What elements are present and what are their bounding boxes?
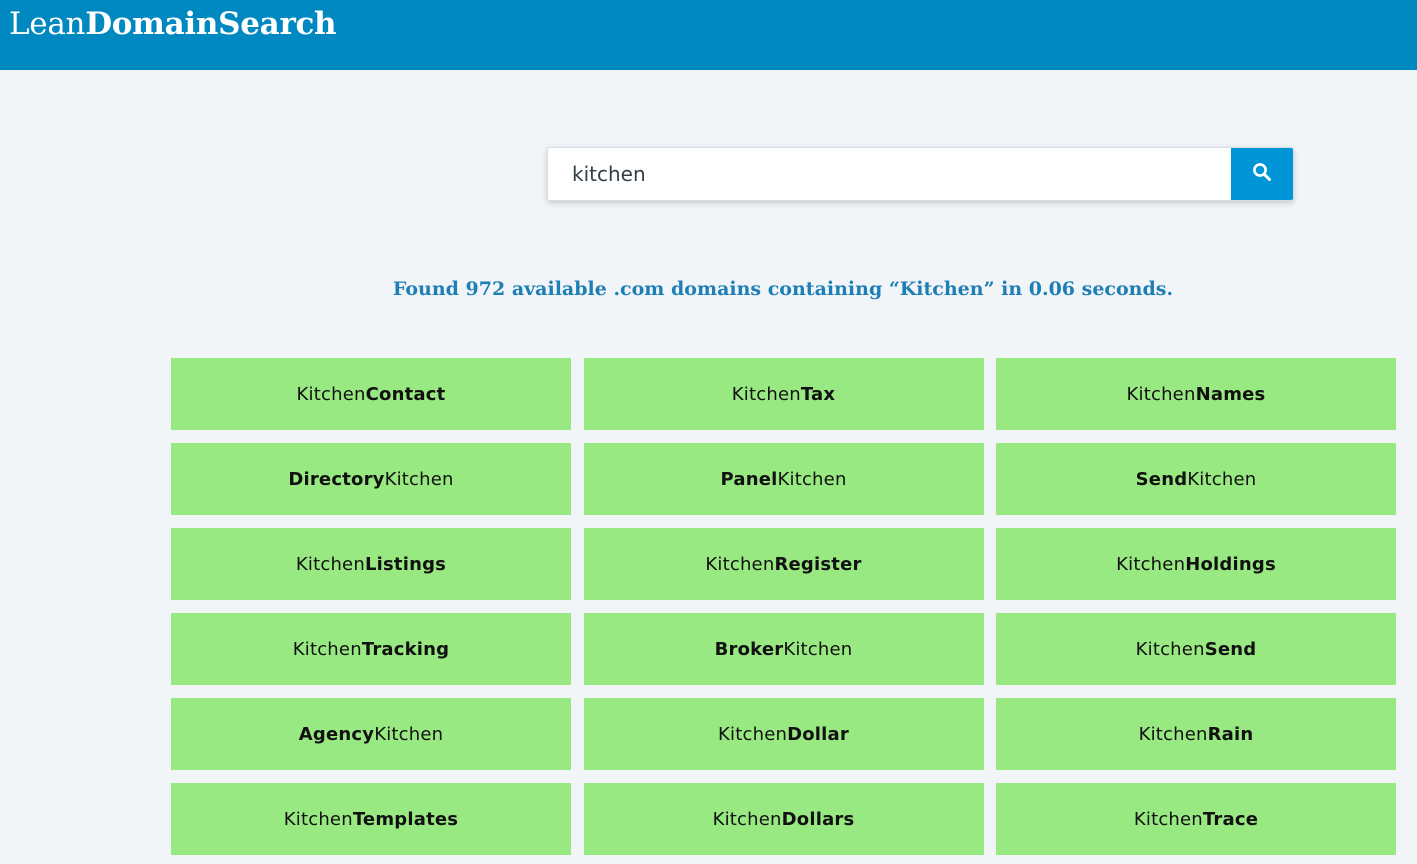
domain-base: Kitchen [1135,638,1205,660]
domain-card[interactable]: Kitchen Rain [996,698,1396,770]
domain-card[interactable]: Kitchen Contact [171,358,571,430]
domain-base: Kitchen [1116,553,1186,575]
domain-card[interactable]: Agency Kitchen [171,698,571,770]
domain-keyword: Holdings [1185,553,1276,575]
domain-card[interactable]: Kitchen Dollar [583,698,984,770]
search-input[interactable] [548,148,1233,200]
search-icon [1252,162,1272,186]
domain-keyword: Broker [714,638,784,660]
domain-keyword: Send [1135,468,1188,490]
domain-keyword: Agency [298,723,375,745]
domain-base: Kitchen [783,638,853,660]
domain-keyword: Panel [720,468,778,490]
domain-results-grid: Kitchen Contact Kitchen Tax Kitchen Names Dire… [171,358,1396,855]
domain-base: Kitchen [712,808,782,830]
domain-card[interactable]: Panel Kitchen [583,443,984,515]
domain-base: Kitchen [295,553,365,575]
domain-keyword: Dollars [781,808,855,830]
domain-card[interactable]: Send Kitchen [996,443,1396,515]
site-logo[interactable]: LeanDomainSearch [9,6,337,42]
domain-keyword: Contact [365,383,446,405]
search-bar [547,147,1294,201]
domain-keyword: Directory [288,468,385,490]
domain-card[interactable]: Directory Kitchen [171,443,571,515]
domain-base: Kitchen [374,723,444,745]
domain-keyword: Names [1195,383,1266,405]
domain-keyword: Dollar [787,723,849,745]
domain-keyword: Listings [364,553,447,575]
domain-keyword: Register [774,553,862,575]
domain-base: Kitchen [1126,383,1196,405]
domain-card[interactable]: Broker Kitchen [583,613,984,685]
domain-keyword: Rain [1207,723,1254,745]
domain-keyword: Tracking [361,638,450,660]
results-summary: Found 972 available .com domains contain… [392,278,1174,300]
domain-base: Kitchen [1133,808,1203,830]
domain-card[interactable]: Kitchen Holdings [996,528,1396,600]
domain-card[interactable]: Kitchen Register [583,528,984,600]
domain-keyword: Trace [1202,808,1259,830]
domain-base: Kitchen [1138,723,1208,745]
domain-keyword: Templates [352,808,459,830]
domain-keyword: Send [1204,638,1257,660]
domain-card[interactable]: Kitchen Names [996,358,1396,430]
search-button[interactable] [1231,148,1293,200]
domain-card[interactable]: Kitchen Dollars [583,783,984,855]
domain-base: Kitchen [777,468,847,490]
domain-card[interactable]: Kitchen Listings [171,528,571,600]
site-header: LeanDomainSearch [0,0,1417,70]
domain-card[interactable]: Kitchen Tracking [171,613,571,685]
domain-card[interactable]: Kitchen Send [996,613,1396,685]
domain-base: Kitchen [292,638,362,660]
domain-base: Kitchen [718,723,788,745]
domain-card[interactable]: Kitchen Templates [171,783,571,855]
domain-card[interactable]: Kitchen Tax [583,358,984,430]
domain-base: Kitchen [1187,468,1257,490]
logo-text-bold: DomainSearch [85,6,337,42]
domain-base: Kitchen [384,468,454,490]
domain-keyword: Tax [800,383,836,405]
domain-base: Kitchen [705,553,775,575]
domain-card[interactable]: Kitchen Trace [996,783,1396,855]
domain-base: Kitchen [283,808,353,830]
domain-base: Kitchen [731,383,801,405]
domain-base: Kitchen [296,383,366,405]
logo-text-light: Lean [9,6,86,42]
